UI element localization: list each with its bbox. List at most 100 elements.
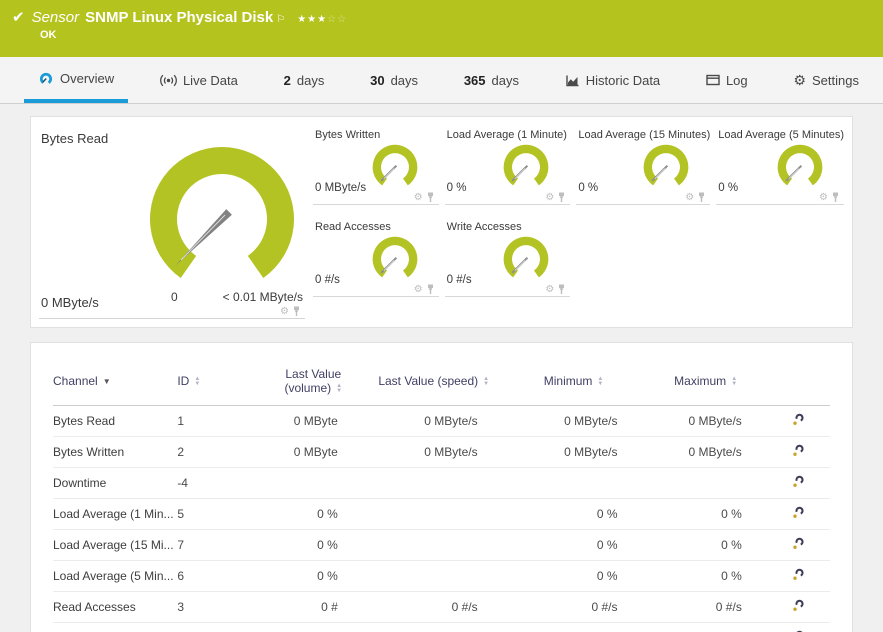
last-value-speed: 0 MByte/s <box>363 405 504 437</box>
channel-name: Load Average (1 Min... <box>53 498 178 530</box>
maximum-value: 0 % <box>643 560 768 592</box>
gauge-label: Bytes Written <box>315 129 381 141</box>
column-header-minimum[interactable]: Minimum ▲ ▼ <box>503 361 644 406</box>
minimum-value: 0 % <box>503 560 644 592</box>
tab-historic-data-label: Historic Data <box>585 72 661 88</box>
sensor-status-header: ✔ Sensor SNMP Linux Physical Disk ⚐ ★★★☆… <box>0 0 883 57</box>
gauge-settings-icon[interactable]: ⚙ <box>414 284 423 295</box>
gauge-tile-bytes-read: Bytes Read 0 < 0.01 MByte/s 0 MByte/s ⚙ <box>39 125 305 319</box>
gear-icon: ⚙ <box>793 72 806 88</box>
sort-desc-icon: ▼ <box>102 377 111 387</box>
edit-channel-icon[interactable] <box>792 475 805 491</box>
gauge-settings-icon[interactable]: ⚙ <box>685 192 694 203</box>
column-header-last-value-volume[interactable]: Last Value (volume) ▲ ▼ <box>262 361 364 406</box>
channel-id: -4 <box>177 467 263 499</box>
channel-name: Bytes Read <box>53 405 178 437</box>
column-header-id[interactable]: ID ▲ ▼ <box>177 361 263 406</box>
channel-table-panel: Channel ▼ ID ▲ ▼ Last Value (volume) ▲ ▼ Last… <box>30 342 853 632</box>
gauges-panel: Bytes Read 0 < 0.01 MByte/s 0 MByte/s ⚙ … <box>30 116 853 328</box>
last-value-volume: 0 % <box>262 498 364 530</box>
gauge-tile-read-accesses: Read Accesses 0 #/s ⚙ <box>313 217 439 297</box>
gauge-tile-bytes-written: Bytes Written 0 MByte/s ⚙ <box>313 125 439 205</box>
column-header-maximum[interactable]: Maximum ▲ ▼ <box>643 361 768 406</box>
channel-id: 4 <box>177 622 263 632</box>
tab-2-days[interactable]: 2 days <box>270 57 339 103</box>
gauge-label: Read Accesses <box>315 221 391 233</box>
tab-settings-label: Settings <box>811 72 859 88</box>
channel-id: 6 <box>177 560 263 592</box>
live-data-icon <box>160 74 177 87</box>
tab-settings[interactable]: ⚙ Settings <box>779 57 873 103</box>
tab-365-days-number: 365 <box>463 72 486 88</box>
last-value-speed <box>363 560 504 592</box>
edit-channel-icon[interactable] <box>792 568 805 584</box>
gauge-settings-icon[interactable]: ⚙ <box>545 284 554 295</box>
channel-name: Write Accesses <box>53 622 178 632</box>
gauge-settings-icon[interactable]: ⚙ <box>280 306 289 317</box>
gauge-dial <box>372 144 418 186</box>
tab-365-days[interactable]: 365 days <box>450 57 533 103</box>
stars-empty[interactable]: ☆☆ <box>327 14 347 25</box>
channel-name: Load Average (5 Min... <box>53 560 178 592</box>
gauge-pin-icon[interactable] <box>426 284 435 295</box>
column-header-last-value-speed[interactable]: Last Value (speed) ▲ ▼ <box>363 361 504 406</box>
status-badge: OK <box>40 29 57 41</box>
last-value-volume: 0 # <box>262 591 364 623</box>
gauge-icon <box>38 71 54 85</box>
last-value-volume <box>262 467 364 499</box>
gauge-settings-icon[interactable]: ⚙ <box>414 192 423 203</box>
gauge-tile-load-average-5: Load Average (5 Minutes) 0 % ⚙ <box>716 125 844 205</box>
gauge-value: 0 % <box>446 182 467 194</box>
tab-30-days[interactable]: 30 days <box>356 57 432 103</box>
edit-channel-icon[interactable] <box>792 413 805 429</box>
tab-live-data[interactable]: Live Data <box>146 57 252 103</box>
gauge-pin-icon[interactable] <box>697 192 706 203</box>
star-rating[interactable]: ★★★☆☆ <box>297 14 347 25</box>
gauge-pin-icon[interactable] <box>831 192 840 203</box>
tab-log[interactable]: Log <box>692 57 762 103</box>
channel-id: 5 <box>177 498 263 530</box>
gauge-dial <box>372 236 418 278</box>
sort-icon: ▲ ▼ <box>483 375 490 387</box>
column-header-channel[interactable]: Channel ▼ <box>53 361 178 406</box>
gauge-pin-icon[interactable] <box>292 306 301 317</box>
stars-filled[interactable]: ★★★ <box>297 14 327 25</box>
minimum-value: 0 % <box>503 529 644 561</box>
last-value-speed <box>363 498 504 530</box>
gauge-value: 0 % <box>578 182 599 194</box>
small-gauges-grid: Bytes Written 0 MByte/s ⚙ Load Average (… <box>313 125 844 319</box>
table-row: Read Accesses 3 0 # 0 #/s 0 #/s 0 #/s <box>53 591 830 623</box>
gauge-value: 0 MByte/s <box>315 182 367 194</box>
gauge-value: 0 MByte/s <box>41 295 99 310</box>
tab-historic-data[interactable]: Historic Data <box>551 57 674 103</box>
channel-id: 3 <box>177 591 263 623</box>
maximum-value: 0 % <box>643 529 768 561</box>
gauge-label: Load Average (15 Minutes) <box>578 129 711 141</box>
tab-overview[interactable]: Overview <box>24 57 129 103</box>
last-value-volume: 0 # <box>262 622 364 632</box>
gauge-settings-icon[interactable]: ⚙ <box>545 192 554 203</box>
minimum-value: 0 % <box>503 498 644 530</box>
table-row: Write Accesses 4 0 # 0 #/s 0 #/s 0 #/s <box>53 622 830 632</box>
flag-icon[interactable]: ⚐ <box>276 14 285 25</box>
channel-name: Bytes Written <box>53 436 178 468</box>
gauge-pin-icon[interactable] <box>557 192 566 203</box>
edit-channel-icon[interactable] <box>792 506 805 522</box>
maximum-value: 0 % <box>643 498 768 530</box>
gauge-label: Bytes Read <box>41 131 109 146</box>
gauge-label: Write Accesses <box>446 221 522 233</box>
maximum-value: 0 #/s <box>643 591 768 623</box>
tab-30-days-label: days <box>390 72 419 88</box>
channel-name: Read Accesses <box>53 591 178 623</box>
gauge-pin-icon[interactable] <box>426 192 435 203</box>
table-row: Load Average (1 Min... 5 0 % 0 % 0 % <box>53 498 830 530</box>
edit-channel-icon[interactable] <box>792 599 805 615</box>
edit-channel-icon[interactable] <box>792 537 805 553</box>
channel-id: 2 <box>177 436 263 468</box>
gauge-settings-icon[interactable]: ⚙ <box>819 192 828 203</box>
edit-channel-icon[interactable] <box>792 444 805 460</box>
maximum-value <box>643 467 768 499</box>
gauge-pin-icon[interactable] <box>557 284 566 295</box>
log-window-icon <box>706 74 720 86</box>
maximum-value: 0 MByte/s <box>643 405 768 437</box>
